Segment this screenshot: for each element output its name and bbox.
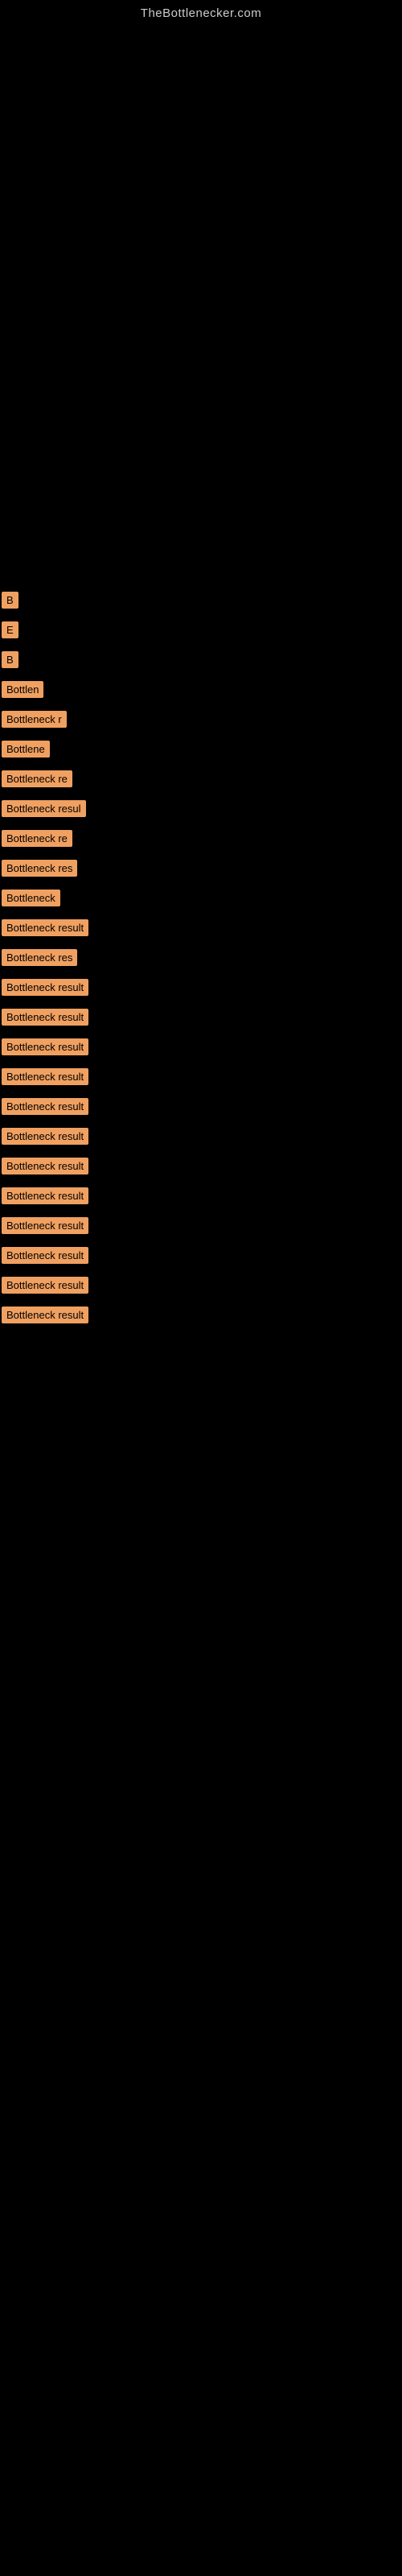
bottleneck-label-23: Bottleneck result <box>2 1247 88 1264</box>
content-area: B E B Bottlen Bottleneck r Bottlene Bott… <box>0 587 402 1348</box>
list-item: Bottleneck re <box>0 766 402 792</box>
bottleneck-label-16: Bottleneck result <box>2 1038 88 1055</box>
bottleneck-label-20: Bottleneck result <box>2 1158 88 1174</box>
list-item: Bottlene <box>0 736 402 762</box>
bottleneck-label-5: Bottleneck r <box>2 711 67 728</box>
list-item: Bottleneck result <box>0 1004 402 1030</box>
bottleneck-label-14: Bottleneck result <box>2 979 88 996</box>
bottleneck-label-3: B <box>2 651 18 668</box>
list-item: Bottleneck result <box>0 974 402 1001</box>
bottleneck-label-24: Bottleneck result <box>2 1277 88 1294</box>
list-item: Bottleneck result <box>0 1093 402 1120</box>
bottleneck-label-15: Bottleneck result <box>2 1009 88 1026</box>
bottleneck-label-10: Bottleneck res <box>2 860 77 877</box>
list-item: Bottleneck result <box>0 1153 402 1179</box>
site-title: TheBottlenecker.com <box>0 0 402 20</box>
list-item: Bottleneck result <box>0 1034 402 1060</box>
page-wrapper: TheBottlenecker.com B E B Bottlen Bottle… <box>0 0 402 1348</box>
bottleneck-label-18: Bottleneck result <box>2 1098 88 1115</box>
list-item: E <box>0 617 402 643</box>
list-item: Bottleneck res <box>0 944 402 971</box>
list-item: B <box>0 587 402 613</box>
bottleneck-label-2: E <box>2 621 18 638</box>
list-item: Bottleneck result <box>0 1272 402 1298</box>
list-item: Bottleneck result <box>0 914 402 941</box>
bottleneck-label-8: Bottleneck resul <box>2 800 86 817</box>
list-item: Bottleneck re <box>0 825 402 852</box>
bottleneck-label-13: Bottleneck res <box>2 949 77 966</box>
list-item: Bottleneck res <box>0 855 402 881</box>
bottleneck-label-12: Bottleneck result <box>2 919 88 936</box>
bottleneck-label-11: Bottleneck <box>2 890 60 906</box>
bottleneck-label-17: Bottleneck result <box>2 1068 88 1085</box>
list-item: Bottleneck <box>0 885 402 911</box>
bottleneck-label-9: Bottleneck re <box>2 830 72 847</box>
list-item: Bottleneck result <box>0 1063 402 1090</box>
list-item: Bottleneck result <box>0 1242 402 1269</box>
bottleneck-label-6: Bottlene <box>2 741 50 758</box>
list-item: Bottleneck result <box>0 1183 402 1209</box>
list-item: Bottleneck result <box>0 1123 402 1150</box>
bottleneck-label-19: Bottleneck result <box>2 1128 88 1145</box>
bottleneck-label-25: Bottleneck result <box>2 1307 88 1323</box>
bottleneck-label-4: Bottlen <box>2 681 43 698</box>
bottleneck-label-21: Bottleneck result <box>2 1187 88 1204</box>
list-item: B <box>0 646 402 673</box>
list-item: Bottlen <box>0 676 402 703</box>
list-item: Bottleneck result <box>0 1302 402 1328</box>
site-header: TheBottlenecker.com <box>0 0 402 20</box>
list-item: Bottleneck result <box>0 1212 402 1239</box>
list-item: Bottleneck resul <box>0 795 402 822</box>
bottleneck-label-22: Bottleneck result <box>2 1217 88 1234</box>
list-item: Bottleneck r <box>0 706 402 733</box>
bottleneck-label-1: B <box>2 592 18 609</box>
bottleneck-label-7: Bottleneck re <box>2 770 72 787</box>
